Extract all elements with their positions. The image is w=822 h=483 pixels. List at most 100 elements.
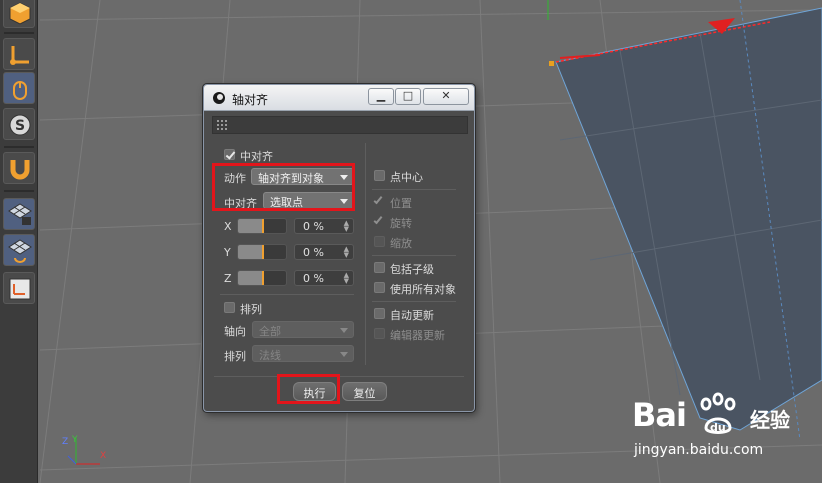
baidu-paw-icon: du [700, 392, 736, 434]
cinema4d-logo-icon [213, 92, 225, 104]
auto-update-label: 自动更新 [390, 309, 434, 322]
chevron-down-icon [340, 352, 348, 357]
center-align-check-box[interactable] [224, 149, 235, 160]
scale-label: 缩放 [390, 237, 412, 250]
check-icon [373, 194, 383, 205]
gizmo-z-label: Z [62, 437, 68, 447]
chevron-down-icon [340, 175, 348, 180]
watermark-cn-text: 经验 [750, 408, 790, 432]
scale-check-box[interactable] [374, 236, 385, 247]
bottom-divider [214, 376, 464, 377]
divider [372, 301, 456, 302]
center-mode-label: 中对齐 [224, 197, 257, 210]
column-divider [365, 143, 366, 365]
dialog-grip-bar[interactable] [212, 116, 468, 134]
grid-lock-icon[interactable] [3, 198, 35, 230]
axis-l-icon[interactable] [3, 38, 35, 70]
spinner-icon[interactable]: ▲ ▼ [344, 246, 349, 259]
maximize-button[interactable]: □ [395, 88, 421, 105]
editor-update-check-box[interactable] [374, 328, 385, 339]
dialog-titlebar[interactable]: 轴对齐 ▁ □ ✕ [204, 85, 474, 111]
spinner-icon[interactable]: ▲ ▼ [344, 272, 349, 285]
axis-gizmo: Z Y X [62, 435, 106, 465]
include-children-checkbox[interactable]: 包括子级 [374, 260, 469, 276]
action-value: 轴对齐到对象 [258, 172, 324, 185]
use-all-objects-check-box[interactable] [374, 282, 385, 293]
rotation-checkbox[interactable]: 旋转 [373, 214, 464, 230]
arrange-label: 排列 [240, 303, 262, 316]
divider [372, 189, 456, 190]
center-align-checkbox[interactable]: 中对齐 [224, 147, 344, 163]
close-button[interactable]: ✕ [423, 88, 469, 105]
action-label: 动作 [224, 172, 246, 185]
point-center-checkbox[interactable]: 点中心 [374, 168, 464, 184]
execute-label: 执行 [303, 387, 326, 400]
y-axis-label: Y [224, 246, 231, 259]
x-slider[interactable] [237, 218, 287, 234]
y-value-field[interactable]: 0 % ▲ ▼ [294, 244, 354, 260]
workplane-icon[interactable] [3, 272, 35, 304]
watermark-du-text: du [710, 421, 726, 434]
dialog-title: 轴对齐 [232, 93, 269, 107]
chevron-down-icon [340, 199, 348, 204]
grid-rotate-icon[interactable] [3, 234, 35, 266]
scale-checkbox[interactable]: 缩放 [374, 234, 464, 250]
arrange-check-box[interactable] [224, 302, 235, 313]
arrange-checkbox[interactable]: 排列 [224, 300, 324, 316]
minimize-button[interactable]: ▁ [368, 88, 394, 105]
include-children-label: 包括子级 [390, 263, 434, 276]
arrange-mode-value: 法线 [259, 349, 281, 362]
gizmo-x-label: X [100, 451, 106, 461]
watermark-url: jingyan.baidu.com [634, 442, 764, 458]
grip-dots-icon [217, 120, 227, 130]
axis-direction-label: 轴向 [224, 325, 246, 338]
s-sphere-icon[interactable]: S [3, 108, 35, 140]
auto-update-checkbox[interactable]: 自动更新 [374, 306, 469, 322]
divider [220, 294, 354, 295]
include-children-check-box[interactable] [374, 262, 385, 273]
reset-label: 复位 [353, 387, 376, 400]
magnet-icon[interactable] [3, 152, 35, 184]
z-value-field[interactable]: 0 % ▲ ▼ [294, 270, 354, 286]
check-icon [373, 214, 383, 225]
action-dropdown[interactable]: 轴对齐到对象 [251, 168, 354, 185]
axis-direction-dropdown[interactable]: 全部 [252, 321, 354, 338]
watermark-logo-text: Bai [632, 396, 687, 434]
editor-update-checkbox[interactable]: 编辑器更新 [374, 326, 469, 342]
baidu-jingyan-watermark: Bai du 经验 jingyan.baidu.com [632, 392, 822, 472]
use-all-objects-label: 使用所有对象 [390, 283, 456, 296]
center-mode-value: 选取点 [270, 196, 303, 209]
left-toolbar: S [0, 0, 38, 483]
auto-update-check-box[interactable] [374, 308, 385, 319]
editor-update-label: 编辑器更新 [390, 329, 445, 342]
point-center-check-box[interactable] [374, 170, 385, 181]
x-value-field[interactable]: 0 % ▲ ▼ [294, 218, 354, 234]
x-value: 0 % [303, 220, 324, 233]
arrange-mode-dropdown[interactable]: 法线 [252, 345, 354, 362]
spinner-icon[interactable]: ▲ ▼ [344, 220, 349, 233]
position-label: 位置 [390, 197, 412, 210]
mouse-icon[interactable] [3, 72, 35, 104]
position-checkbox[interactable]: 位置 [373, 194, 464, 210]
minimize-icon: ▁ [376, 89, 386, 102]
z-value: 0 % [303, 272, 324, 285]
z-axis-label: Z [224, 272, 232, 285]
center-mode-dropdown[interactable]: 选取点 [263, 192, 354, 209]
z-slider[interactable] [237, 270, 287, 286]
use-all-objects-checkbox[interactable]: 使用所有对象 [374, 280, 469, 296]
cube-icon[interactable] [3, 0, 35, 28]
divider [372, 255, 456, 256]
svg-text:S: S [15, 118, 25, 134]
axis-direction-value: 全部 [259, 325, 281, 338]
rotation-label: 旋转 [390, 217, 412, 230]
maximize-icon: □ [402, 89, 414, 102]
execute-button[interactable]: 执行 [293, 382, 336, 401]
close-icon: ✕ [441, 89, 451, 102]
point-center-label: 点中心 [390, 171, 423, 184]
y-slider[interactable] [237, 244, 287, 260]
reset-button[interactable]: 复位 [342, 382, 387, 401]
y-value: 0 % [303, 246, 324, 259]
center-align-label: 中对齐 [240, 150, 273, 163]
chevron-down-icon [340, 328, 348, 333]
gizmo-y-label: Y [71, 435, 78, 445]
